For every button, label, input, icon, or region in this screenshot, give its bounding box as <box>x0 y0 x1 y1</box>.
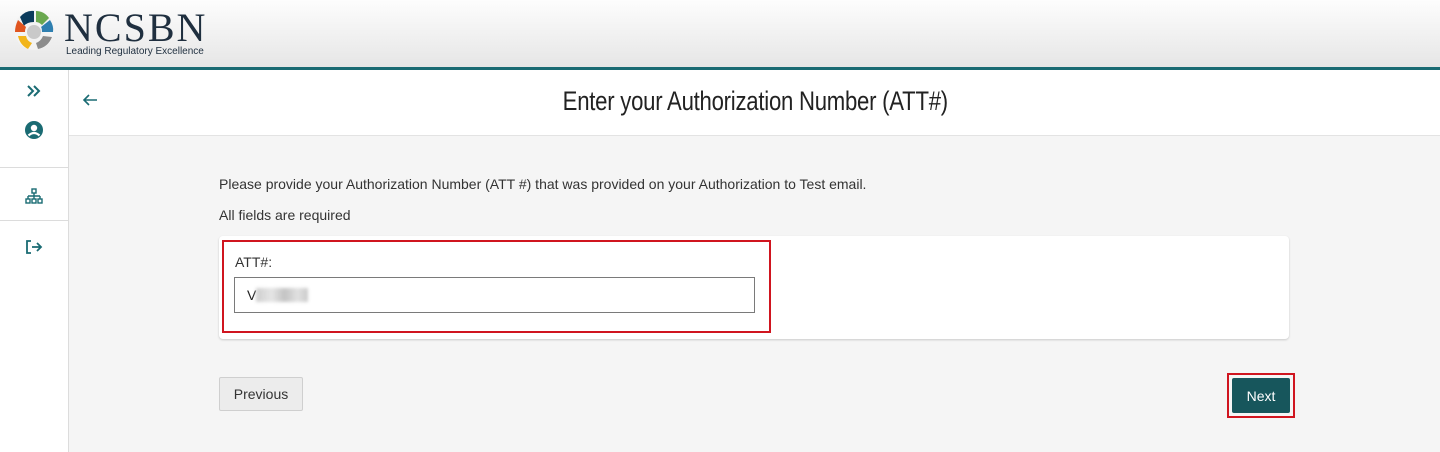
logout-icon[interactable] <box>23 236 45 258</box>
left-sidebar <box>0 70 69 452</box>
user-circle-icon[interactable] <box>23 119 45 141</box>
ncsbn-logo[interactable]: NCSBN Leading Regulatory Excellence <box>12 8 207 57</box>
att-label: ATT#: <box>235 254 273 270</box>
att-number-input[interactable] <box>234 277 755 313</box>
page-title: Enter your Authorization Number (ATT#) <box>562 86 948 116</box>
required-note: All fields are required <box>219 207 351 223</box>
sidebar-divider <box>0 220 68 221</box>
logo-tagline: Leading Regulatory Excellence <box>66 46 204 57</box>
top-header: NCSBN Leading Regulatory Excellence <box>0 0 1440 70</box>
main-content: Enter your Authorization Number (ATT#) P… <box>69 70 1440 452</box>
instruction-text: Please provide your Authorization Number… <box>219 176 867 192</box>
back-arrow-icon[interactable] <box>81 92 101 112</box>
next-button[interactable]: Next <box>1232 378 1290 413</box>
expand-chevrons-icon[interactable] <box>23 80 45 102</box>
title-bar: Enter your Authorization Number (ATT#) <box>69 70 1440 136</box>
sidebar-divider <box>0 167 68 168</box>
previous-button[interactable]: Previous <box>219 377 303 411</box>
logo-wordmark: NCSBN <box>64 5 208 50</box>
ncsbn-logo-mark-icon <box>12 8 56 52</box>
sitemap-icon[interactable] <box>23 186 45 208</box>
redacted-value-mask <box>256 288 308 302</box>
